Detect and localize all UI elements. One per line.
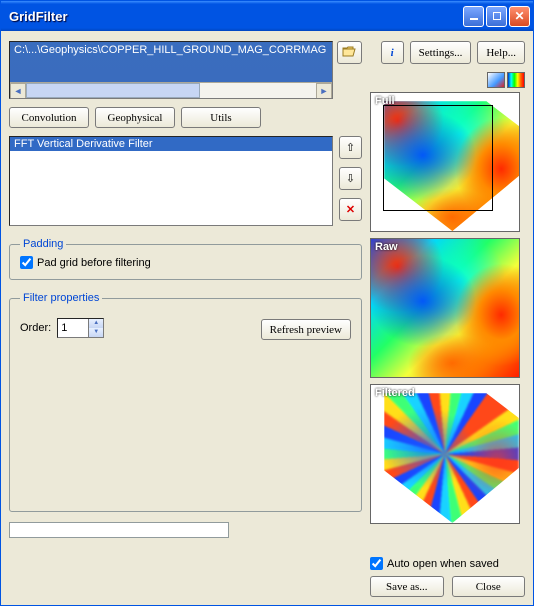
move-filter-down-button[interactable]: ⇩: [339, 167, 362, 190]
spinner-up-button[interactable]: ▲: [88, 319, 103, 328]
help-button[interactable]: Help...: [477, 41, 525, 64]
preview-filtered-label: Filtered: [375, 387, 415, 399]
filter-properties-group: Filter properties Order: ▲ ▼ Refresh pre…: [9, 292, 362, 512]
padding-group: Padding Pad grid before filtering: [9, 238, 362, 280]
progress-bar: [9, 522, 229, 538]
arrow-up-icon: ⇧: [346, 141, 355, 154]
save-as-button[interactable]: Save as...: [370, 576, 444, 597]
scroll-right-arrow-icon[interactable]: ►: [316, 83, 332, 99]
scroll-left-arrow-icon[interactable]: ◄: [10, 83, 26, 99]
window-close-button[interactable]: ✕: [509, 6, 530, 27]
file-path-list[interactable]: C:\...\Geophysics\COPPER_HILL_GROUND_MAG…: [9, 41, 333, 99]
file-path-item[interactable]: C:\...\Geophysics\COPPER_HILL_GROUND_MAG…: [10, 42, 332, 58]
preview-full-label: Full: [375, 95, 395, 107]
spinner-down-button[interactable]: ▼: [88, 328, 103, 337]
info-button[interactable]: i: [381, 41, 404, 64]
filter-list-item[interactable]: FFT Vertical Derivative Filter: [10, 137, 332, 151]
palette-button[interactable]: [507, 72, 525, 88]
preview-filtered[interactable]: Filtered: [370, 384, 520, 524]
utils-tab-button[interactable]: Utils: [181, 107, 261, 128]
preview-raw-label: Raw: [375, 241, 398, 253]
pad-grid-checkbox[interactable]: [20, 256, 33, 269]
geophysical-tab-button[interactable]: Geophysical: [95, 107, 175, 128]
delete-x-icon: ✕: [346, 203, 355, 216]
titlebar: GridFilter ✕: [1, 1, 533, 31]
histogram-stretch-button[interactable]: [487, 72, 505, 88]
filter-properties-legend: Filter properties: [20, 292, 102, 304]
preview-raw[interactable]: Raw: [370, 238, 520, 378]
arrow-down-icon: ⇩: [346, 172, 355, 185]
close-button[interactable]: Close: [452, 576, 526, 597]
preview-extent-box[interactable]: [383, 105, 493, 211]
folder-open-icon: [342, 45, 357, 61]
auto-open-checkbox[interactable]: [370, 557, 383, 570]
preview-full[interactable]: Full: [370, 92, 520, 232]
horizontal-scrollbar[interactable]: ◄ ►: [10, 82, 332, 98]
order-input[interactable]: [58, 319, 88, 337]
minimize-button[interactable]: [463, 6, 484, 27]
convolution-tab-button[interactable]: Convolution: [9, 107, 89, 128]
remove-filter-button[interactable]: ✕: [339, 198, 362, 221]
pad-grid-label: Pad grid before filtering: [37, 257, 151, 269]
scroll-thumb[interactable]: [26, 83, 200, 98]
window-title: GridFilter: [9, 9, 461, 24]
auto-open-label: Auto open when saved: [387, 558, 499, 570]
auto-open-row[interactable]: Auto open when saved: [370, 557, 525, 570]
refresh-preview-button[interactable]: Refresh preview: [261, 319, 351, 340]
pad-grid-checkbox-row[interactable]: Pad grid before filtering: [20, 256, 351, 269]
order-label: Order:: [20, 322, 51, 334]
applied-filters-list[interactable]: FFT Vertical Derivative Filter: [9, 136, 333, 226]
scroll-track[interactable]: [26, 83, 316, 98]
info-icon: i: [391, 47, 394, 59]
settings-button[interactable]: Settings...: [410, 41, 472, 64]
padding-legend: Padding: [20, 238, 66, 250]
maximize-button[interactable]: [486, 6, 507, 27]
move-filter-up-button[interactable]: ⇧: [339, 136, 362, 159]
order-spinner[interactable]: ▲ ▼: [57, 318, 104, 338]
open-file-button[interactable]: [337, 41, 362, 64]
